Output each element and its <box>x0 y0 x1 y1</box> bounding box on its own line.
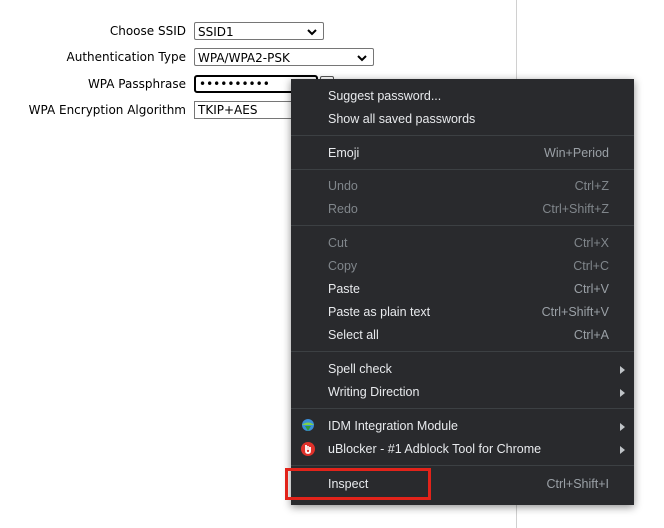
inspect-highlight-box <box>285 468 431 500</box>
ssid-label: Choose SSID <box>109 24 186 38</box>
auth-select[interactable]: WPA/WPA2-PSK <box>194 48 374 66</box>
menu-item-idm[interactable]: IDM Integration Module <box>291 415 634 438</box>
auth-label: Authentication Type <box>66 50 186 64</box>
menu-item-label: Writing Direction <box>328 385 420 399</box>
menu-item-shortcut: Ctrl+Shift+V <box>541 305 609 319</box>
menu-item-shortcut: Ctrl+Z <box>574 179 609 193</box>
menu-item-label: Paste <box>328 282 360 296</box>
menu-item-spell-check[interactable]: Spell check <box>291 358 634 381</box>
menu-item-emoji[interactable]: Emoji Win+Period <box>291 142 634 165</box>
menu-item-label: Undo <box>328 179 358 193</box>
menu-separator <box>291 225 634 226</box>
menu-item-writing-direction[interactable]: Writing Direction <box>291 381 634 404</box>
menu-separator <box>291 135 634 136</box>
menu-item-label: Emoji <box>328 146 360 160</box>
menu-separator <box>291 169 634 170</box>
menu-item-label: Suggest password... <box>328 89 442 103</box>
menu-item-shortcut: Ctrl+Shift+I <box>546 477 609 491</box>
menu-item-label: uBlocker - #1 Adblock Tool for Chrome <box>328 442 542 456</box>
menu-item-label: Cut <box>328 236 348 250</box>
menu-item-shortcut: Ctrl+C <box>573 259 609 273</box>
idm-icon <box>302 419 314 431</box>
menu-item-shortcut: Ctrl+V <box>573 282 609 296</box>
submenu-arrow-icon <box>620 423 625 431</box>
menu-item-cut[interactable]: Cut Ctrl+X <box>291 232 634 255</box>
menu-separator <box>291 465 634 466</box>
menu-item-select-all[interactable]: Select all Ctrl+A <box>291 324 634 347</box>
context-menu: Suggest password... Show all saved passw… <box>291 79 634 505</box>
menu-separator <box>291 351 634 352</box>
menu-item-shortcut: Ctrl+A <box>573 328 609 342</box>
submenu-arrow-icon <box>620 389 625 397</box>
menu-item-suggest-password[interactable]: Suggest password... <box>291 85 634 108</box>
chevron-down-icon <box>357 55 367 62</box>
menu-item-redo[interactable]: Redo Ctrl+Shift+Z <box>291 198 634 221</box>
menu-item-ublocker[interactable]: uBlocker - #1 Adblock Tool for Chrome <box>291 438 634 461</box>
menu-item-label: Paste as plain text <box>328 305 431 319</box>
submenu-arrow-icon <box>620 446 625 454</box>
menu-item-label: IDM Integration Module <box>328 419 458 433</box>
ssid-value: SSID1 <box>198 25 234 39</box>
menu-item-label: Show all saved passwords <box>328 112 476 126</box>
chevron-down-icon <box>307 29 317 36</box>
menu-item-undo[interactable]: Undo Ctrl+Z <box>291 175 634 198</box>
submenu-arrow-icon <box>620 366 625 374</box>
menu-item-shortcut: Ctrl+X <box>573 236 609 250</box>
menu-item-copy[interactable]: Copy Ctrl+C <box>291 255 634 278</box>
menu-item-paste[interactable]: Paste Ctrl+V <box>291 278 634 301</box>
menu-item-show-saved-passwords[interactable]: Show all saved passwords <box>291 108 634 131</box>
auth-value: WPA/WPA2-PSK <box>198 51 290 65</box>
menu-item-label: Copy <box>328 259 358 273</box>
encryption-field[interactable]: TKIP+AES <box>194 101 294 119</box>
menu-item-shortcut: Win+Period <box>544 146 609 160</box>
menu-item-label: Redo <box>328 202 358 216</box>
menu-item-label: Select all <box>328 328 379 342</box>
menu-item-label: Spell check <box>328 362 392 376</box>
pass-label: WPA Passphrase <box>87 77 186 91</box>
menu-separator <box>291 408 634 409</box>
enc-label: WPA Encryption Algorithm <box>28 103 186 117</box>
menu-item-paste-plain[interactable]: Paste as plain text Ctrl+Shift+V <box>291 301 634 324</box>
menu-item-shortcut: Ctrl+Shift+Z <box>542 202 609 216</box>
ssid-select[interactable]: SSID1 <box>194 22 324 40</box>
ublocker-icon <box>301 442 315 456</box>
